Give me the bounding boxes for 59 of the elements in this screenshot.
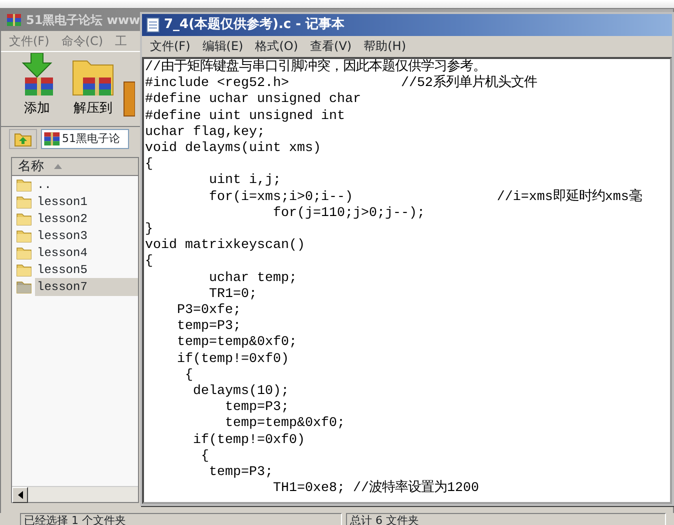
file-name[interactable]: .. [35, 176, 54, 194]
address-field[interactable]: 51黑电子论 [41, 129, 129, 149]
code-line: TR1=0; [208, 286, 257, 303]
code-line: temp=P3; [224, 400, 289, 416]
code-line: if(temp!=0xf0) [192, 432, 305, 449]
code-line: void matrixkeyscan() [145, 238, 305, 254]
code-line: { [200, 448, 209, 466]
code-line: //由于矩阵键盘与串口引脚冲突，因此本题仅供学习参考。 [145, 60, 486, 75]
window-title: 7_4(本题仅供参考).c - 记事本 [164, 16, 345, 34]
code-line: if(temp!=0xf0) [176, 352, 289, 368]
code-line: temp=P3; [208, 465, 273, 482]
folder-icon [16, 262, 32, 278]
code-line: { [145, 157, 153, 174]
window-title: 51黑电子论坛 www [26, 12, 140, 29]
folder-icon [16, 244, 32, 260]
file-name[interactable]: lesson5 [35, 260, 90, 278]
toolbar-button[interactable]: 添加 [11, 56, 63, 122]
archive-icon [5, 11, 23, 29]
code-line: P3=0xfe; [176, 303, 241, 320]
code-line: temp=temp&0xf0; [224, 416, 345, 433]
scroll-left-button[interactable] [12, 487, 28, 503]
code-line: #define uint unsigned int [145, 108, 345, 125]
code-line: for(j=110;j>0;j--); [272, 206, 425, 222]
code-line: TH1=0xe8; //波特率设置为1200 [272, 481, 479, 498]
folder-icon [16, 228, 32, 244]
code-line: { [145, 254, 153, 271]
file-name[interactable]: lesson1 [35, 192, 90, 210]
folder-icon [16, 278, 32, 294]
menu-item[interactable]: 查看(V) [304, 37, 358, 55]
menu-item[interactable]: 格式(O) [249, 37, 304, 55]
file-name[interactable]: lesson7 [35, 278, 138, 296]
up-folder-button[interactable] [9, 129, 37, 149]
folder-icon [16, 210, 32, 226]
file-name[interactable]: lesson3 [35, 226, 90, 244]
code-line: { [184, 368, 193, 384]
code-line: uint i,j; [208, 173, 281, 190]
folder-icon [16, 176, 32, 192]
folder-up-icon [14, 131, 32, 147]
code-line: void delayms(uint xms) [145, 141, 321, 157]
menu-item[interactable]: 编辑(E) [196, 37, 250, 55]
code-line: for(i=xms;i>0;i--) //i=xms即延时约xms毫 [208, 190, 642, 206]
menu-item[interactable]: 帮助(H) [358, 37, 412, 55]
file-name[interactable]: lesson2 [35, 210, 90, 228]
toolbar-button[interactable]: 解压到 [67, 56, 119, 122]
code-line: uchar temp; [208, 270, 297, 287]
code-line: delayms(10); [192, 384, 289, 400]
code-line: #define uchar unsigned char [145, 92, 361, 109]
code-line: temp=temp&0xf0; [176, 335, 297, 352]
file-name[interactable]: lesson4 [35, 244, 90, 262]
archive-icon [44, 131, 60, 147]
code-line: } [145, 222, 153, 238]
folder-icon [16, 194, 32, 210]
column-header[interactable]: 名称 [12, 158, 138, 176]
code-line: temp=P3; [176, 319, 241, 335]
code-line: #include <reg52.h> //52系列单片机头文件 [145, 76, 537, 92]
left-arrow-icon [18, 491, 22, 499]
code-line: uchar flag,key; [145, 124, 265, 141]
notepad-icon [146, 17, 160, 33]
menu-item[interactable]: 文件(F) [144, 37, 196, 55]
